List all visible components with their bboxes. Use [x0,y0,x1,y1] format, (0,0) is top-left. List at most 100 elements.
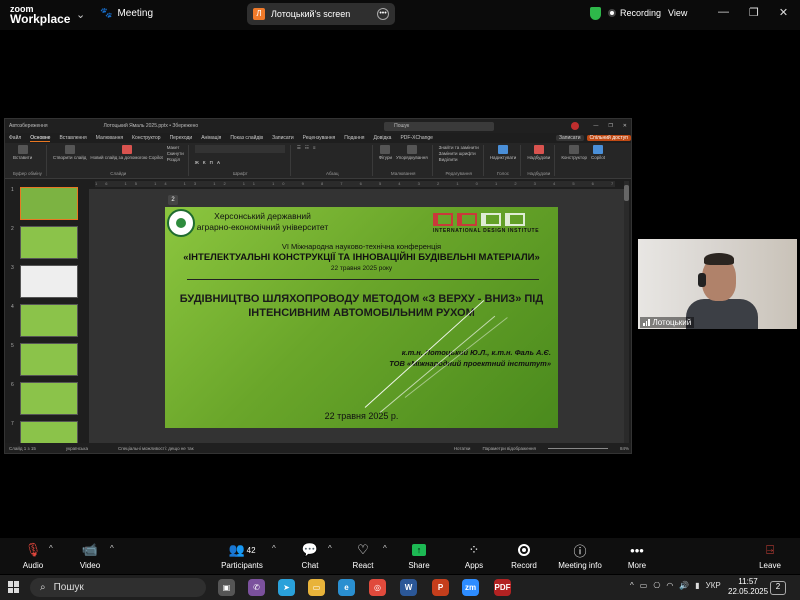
volume-icon[interactable]: 🔊 [679,581,689,590]
dictate-button[interactable]: Надиктувати [490,145,516,160]
designer-button[interactable]: Конструктор [561,145,587,160]
battery-icon[interactable]: ▮ [695,581,699,590]
language-indicator[interactable]: українська [66,446,88,451]
section-button[interactable]: Розділ [167,157,184,162]
task-view-icon[interactable]: ▣ [218,579,235,596]
chevron-up-icon[interactable]: ^ [630,581,634,590]
bullets-icon[interactable]: ☰ [297,145,301,151]
copilot-slide-button[interactable]: Новий слайд за допомогою Copilot [90,145,163,162]
leave-button[interactable]: ⍈ Leave [740,542,800,570]
powerpoint-icon[interactable]: P [432,579,449,596]
reset-button[interactable]: Скинути [167,151,184,156]
chevron-down-icon[interactable]: ⌄ [76,8,85,21]
record-button[interactable]: Record [494,542,554,570]
minimize-icon[interactable]: — [593,123,598,129]
vertical-scrollbar[interactable] [624,181,629,443]
arrange-button[interactable]: Упорядкування [396,145,428,160]
tab-design[interactable]: Конструктор [132,135,161,141]
speaker-video-tile[interactable]: Лотоцький [638,239,797,329]
user-avatar[interactable] [571,122,580,130]
share-button[interactable]: Спільний доступ [586,135,631,141]
slide-thumbnail[interactable]: 6 [9,382,81,416]
numbering-icon[interactable]: ☷ [305,145,309,151]
wifi-icon[interactable]: ◠ [666,581,673,590]
tab-record[interactable]: Записати [272,135,294,141]
chevron-up-icon[interactable]: ^ [383,544,387,553]
shapes-button[interactable]: Фігури [379,145,392,160]
addins-button[interactable]: Надбудови [527,145,550,160]
replace-fonts-button[interactable]: Замінити шрифти [439,151,479,156]
tab-view[interactable]: Подання [344,135,364,141]
tab-file[interactable]: Файл [9,135,21,141]
close-icon[interactable]: ✕ [779,6,788,19]
windows-start-icon[interactable] [8,581,20,593]
ppt-search[interactable]: Пошук [384,121,495,131]
tab-review[interactable]: Рецензування [303,135,336,141]
slide-thumbnail[interactable]: 1 [9,187,81,221]
view-button[interactable]: View [668,8,687,18]
viber-icon[interactable]: ✆ [248,579,265,596]
word-icon[interactable]: W [400,579,417,596]
scrollbar-thumb[interactable] [624,185,629,201]
tab-slideshow[interactable]: Показ слайдів [230,135,263,141]
zoom-slider[interactable] [547,447,608,449]
bold-icon[interactable]: Ж [195,160,199,165]
taskbar-search[interactable]: ⌕ Пошук [30,578,206,597]
zoom-app-icon[interactable]: zm [462,579,479,596]
paste-button[interactable]: Вставити [13,145,32,160]
slide-thumbnail[interactable]: 2 [9,226,81,260]
close-icon[interactable]: ✕ [623,123,627,129]
meeting-menu[interactable]: 🐾 Meeting [100,8,153,19]
screen-share-indicator[interactable]: Л Лотоцький's screen ••• [247,3,395,25]
more-options-icon[interactable]: ••• [377,8,389,20]
tab-transitions[interactable]: Переходи [170,135,193,141]
font-color-icon[interactable]: A [217,160,220,165]
slide-thumbnail[interactable]: 3 [9,265,81,299]
slide-thumbnail[interactable]: 5 [9,343,81,377]
notes-button[interactable]: Нотатки [454,446,471,451]
share-button[interactable]: ↑ Share [389,542,449,570]
italic-icon[interactable]: К [203,160,206,165]
tab-animation[interactable]: Анімація [201,135,221,141]
more-button[interactable]: ••• More [607,542,667,571]
chevron-up-icon[interactable]: ^ [328,544,332,553]
tab-pdf-xchange[interactable]: PDF-XChange [400,135,433,141]
display-settings-button[interactable]: Параметри відображення [482,446,536,451]
restore-icon[interactable]: ❐ [608,123,612,129]
new-slide-button[interactable]: Створити слайд [53,145,86,162]
find-replace-button[interactable]: Знайти та замінити [439,145,479,150]
autosave-toggle[interactable]: Автозбереження [9,123,48,129]
chrome-icon[interactable]: ◎ [369,579,386,596]
pdf-xchange-icon[interactable]: PDF [494,579,511,596]
tab-home[interactable]: Основне [30,135,51,142]
participants-button[interactable]: 👥 42 Participants [212,542,272,570]
layout-button[interactable]: Макет [167,145,184,150]
record-button[interactable]: Записати [555,135,584,141]
tab-draw[interactable]: Малювання [96,135,123,141]
encryption-shield-icon[interactable] [590,7,601,20]
file-explorer-icon[interactable]: ▭ [308,579,325,596]
copilot-button[interactable]: Copilot [591,145,605,160]
restore-icon[interactable]: ❐ [749,6,759,19]
edge-browser-icon[interactable]: e [338,579,355,596]
zoom-workplace-logo[interactable]: zoom Workplace [10,4,70,25]
minimize-icon[interactable]: — [718,6,729,19]
tab-help[interactable]: Довідка [373,135,391,141]
select-button[interactable]: Виділити [439,157,479,162]
slide-thumbnail[interactable]: 4 [9,304,81,338]
tab-insert[interactable]: Вставлення [59,135,86,141]
system-clock[interactable]: 11:57 22.05.2025 [728,577,768,597]
chevron-up-icon[interactable]: ^ [49,544,53,553]
audio-button[interactable]: 🎙 Audio [3,542,63,570]
underline-icon[interactable]: П [210,160,213,165]
chevron-up-icon[interactable]: ^ [272,544,276,553]
language-indicator[interactable]: УКР [706,581,721,590]
align-icon[interactable]: ≡ [313,145,316,151]
zoom-level[interactable]: 84% [620,446,629,451]
telegram-icon[interactable]: ➤ [278,579,295,596]
recording-indicator[interactable]: Recording [608,8,661,18]
accessibility-status[interactable]: Спеціальні можливості: дещо не так [118,446,194,451]
notification-badge[interactable]: 2 [770,581,786,595]
tray-app-icon[interactable]: ⎔ [653,581,660,590]
meeting-info-button[interactable]: ⓘ Meeting info [550,542,610,571]
